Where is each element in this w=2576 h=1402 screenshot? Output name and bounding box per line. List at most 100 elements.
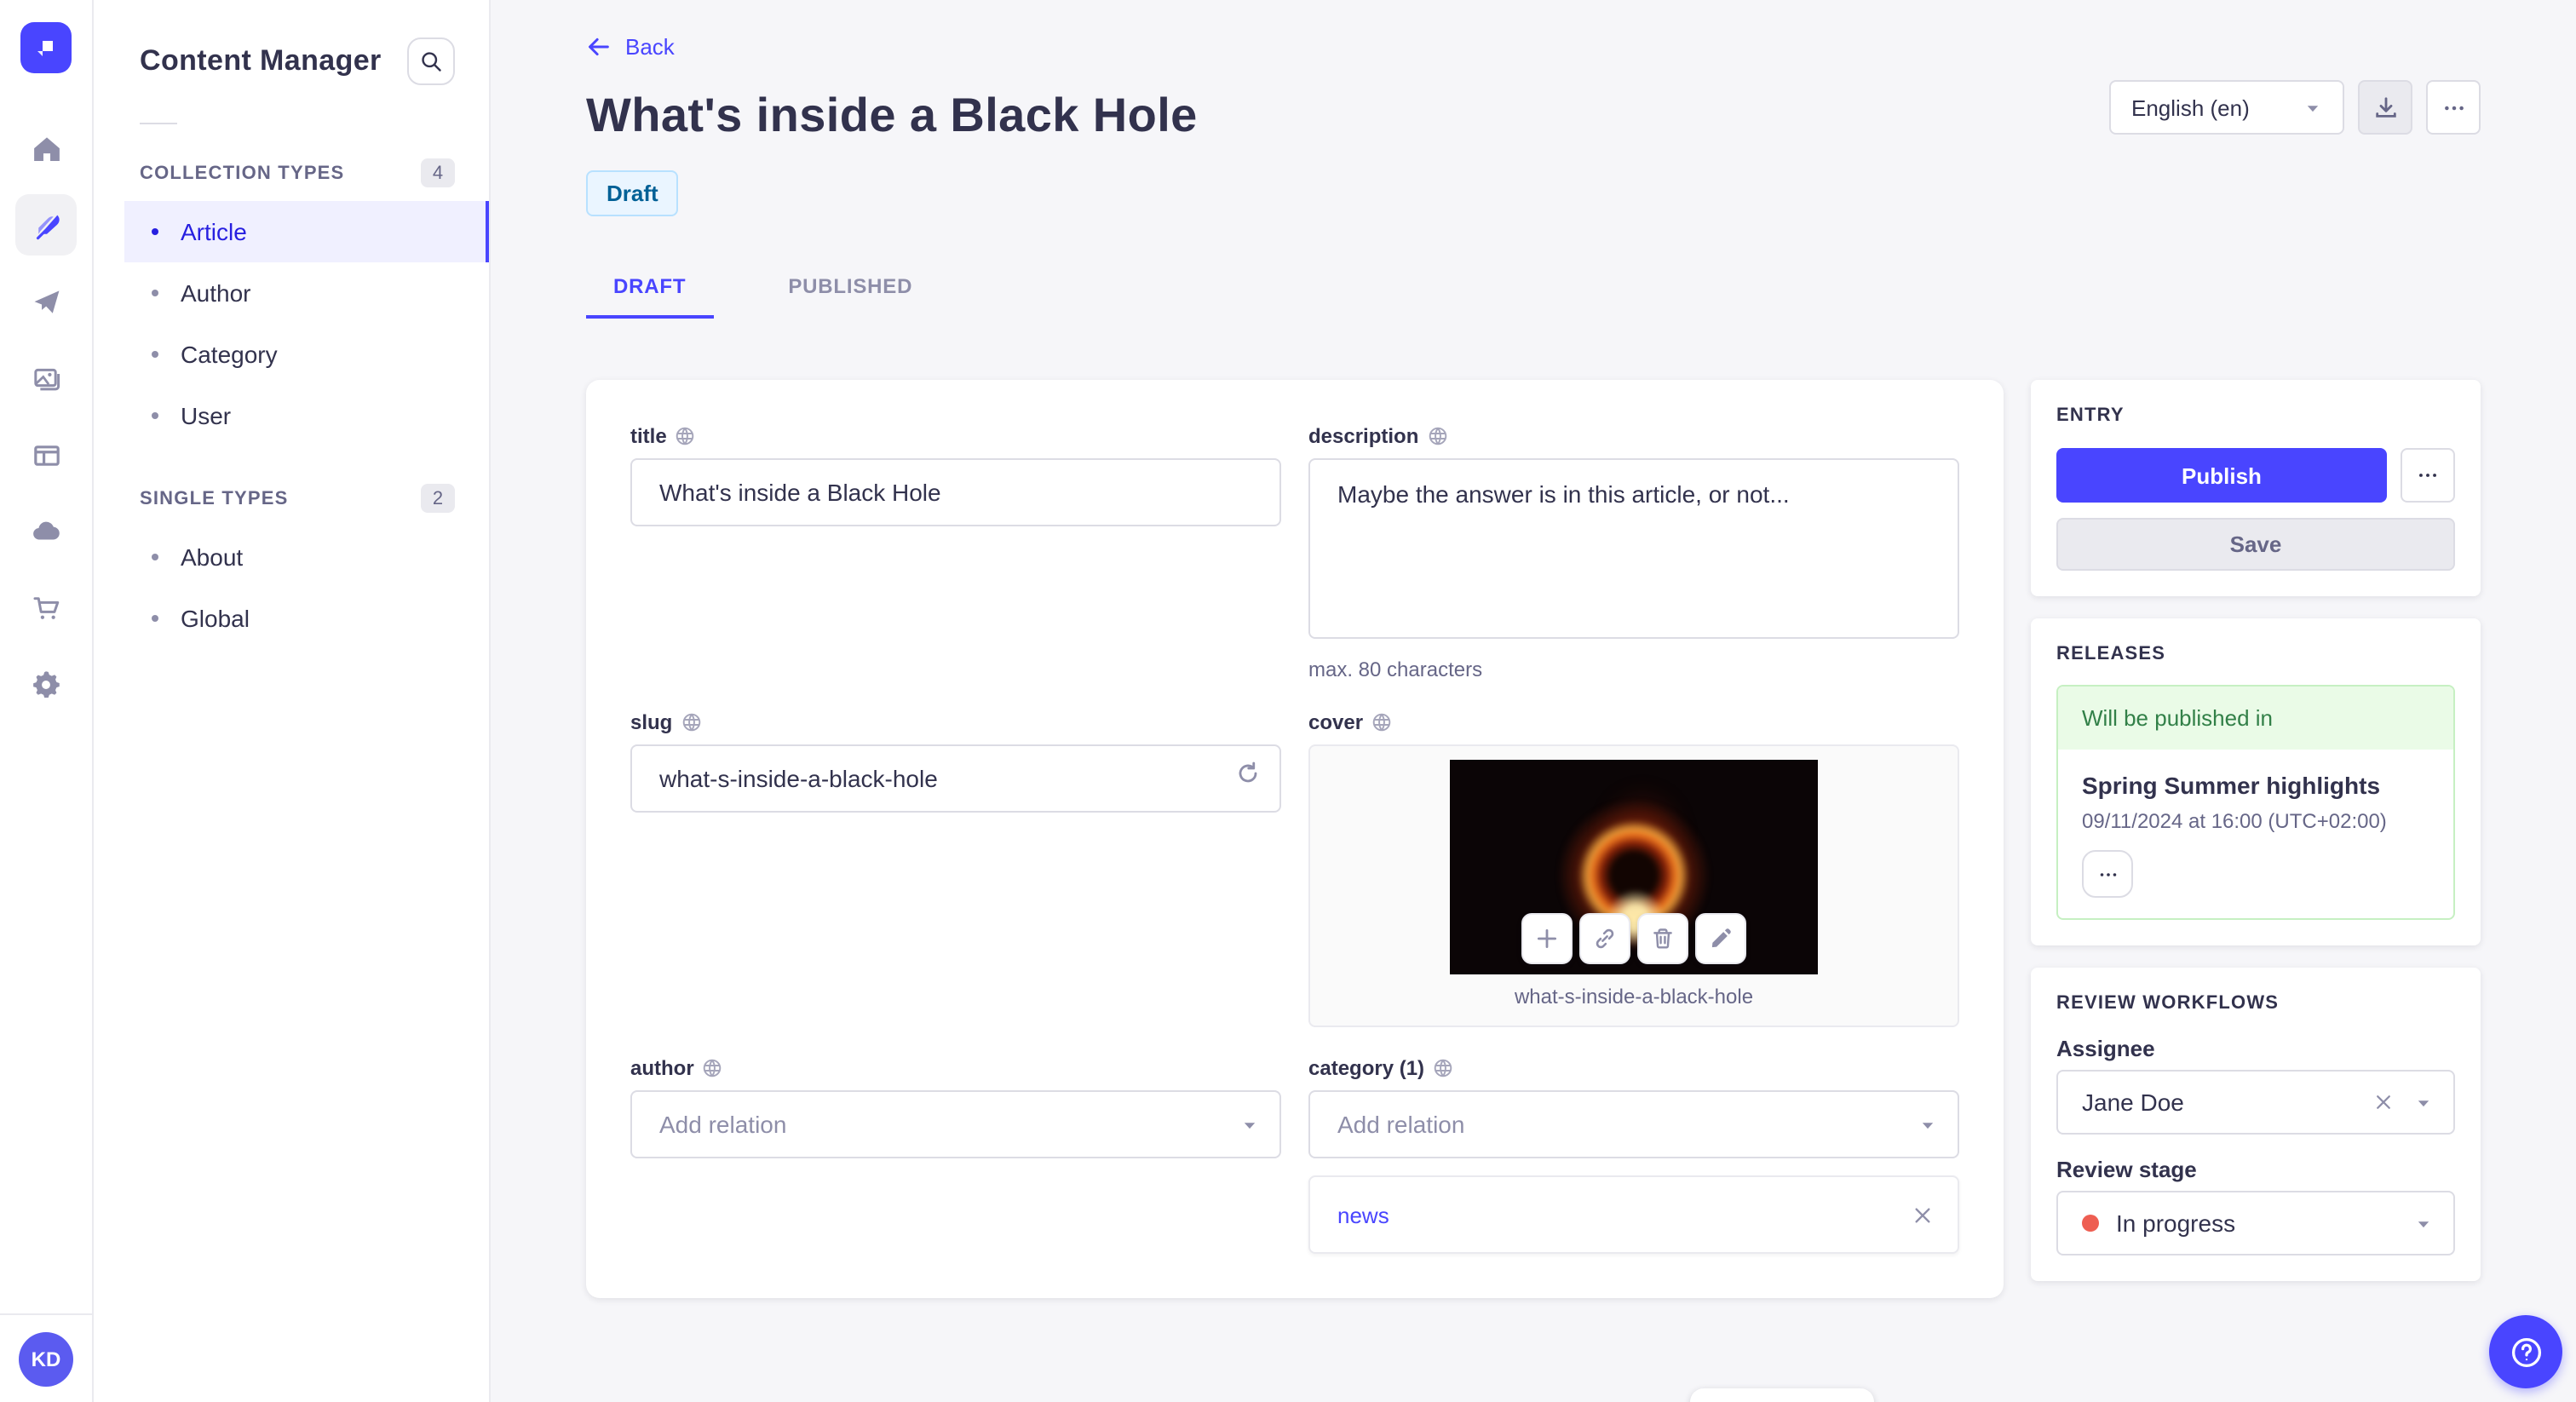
strapi-admin-app: KD Content Manager COLLECTION TYPES 4 Ar…	[0, 0, 2576, 1402]
publish-button[interactable]: Publish	[2056, 448, 2387, 503]
save-button[interactable]: Save	[2056, 518, 2455, 571]
bullet-icon	[152, 615, 158, 622]
collapsed-panel-peek[interactable]	[1690, 1388, 1874, 1402]
content-type-builder-icon[interactable]	[15, 424, 77, 486]
settings-gear-icon[interactable]	[15, 654, 77, 715]
category-relation-news: news	[1308, 1175, 1959, 1254]
slug-input[interactable]	[630, 744, 1281, 813]
rail-nav	[15, 118, 77, 715]
search-icon	[422, 52, 441, 72]
copy-link-icon[interactable]	[1579, 913, 1630, 964]
bullet-icon	[152, 228, 158, 235]
ellipsis-icon	[2419, 474, 2436, 477]
sidebar-item-user[interactable]: User	[124, 385, 489, 446]
release-date: 09/11/2024 at 16:00 (UTC+02:00)	[2082, 809, 2387, 833]
delete-media-icon[interactable]	[1637, 913, 1688, 964]
description-textarea[interactable]: Maybe the answer is in this article, or …	[1308, 458, 1959, 639]
edit-form-card: title description	[586, 380, 2004, 1298]
chevron-down-icon	[2414, 1093, 2433, 1112]
globe-i18n-icon	[1433, 1058, 1453, 1078]
header-actions: English (en)	[2109, 80, 2481, 135]
content-manager-icon[interactable]	[15, 194, 77, 256]
category-relation-select[interactable]: Add relation	[1308, 1090, 1959, 1158]
field-author-label: author	[630, 1056, 1281, 1080]
locale-select[interactable]: English (en)	[2109, 80, 2344, 135]
marketplace-cart-icon[interactable]	[15, 577, 77, 639]
field-category-label: category (1)	[1308, 1056, 1959, 1080]
bullet-icon	[152, 554, 158, 560]
chevron-down-icon	[2414, 1214, 2433, 1232]
clear-assignee-icon[interactable]	[2373, 1092, 2394, 1112]
author-relation-select[interactable]: Add relation	[630, 1090, 1281, 1158]
home-icon[interactable]	[15, 118, 77, 179]
entry-panel-title: ENTRY	[2056, 405, 2125, 426]
releases-send-icon[interactable]	[15, 271, 77, 332]
tab-draft[interactable]: DRAFT	[586, 261, 713, 319]
review-workflows-panel: REVIEW WORKFLOWS Assignee Jane Doe Revie…	[2031, 968, 2481, 1281]
back-link[interactable]: Back	[586, 34, 675, 60]
bullet-icon	[152, 412, 158, 419]
sidebar-item-global[interactable]: Global	[124, 588, 489, 649]
nav-rail: KD	[0, 0, 94, 1402]
chevron-down-icon	[1240, 1115, 1259, 1134]
deploy-cloud-icon[interactable]	[15, 501, 77, 562]
cover-filename: what-s-inside-a-black-hole	[1514, 985, 1754, 1008]
review-stage-label: Review stage	[2056, 1157, 2197, 1182]
field-title-label: title	[630, 424, 1281, 448]
globe-i18n-icon	[703, 1058, 723, 1078]
relation-link[interactable]: news	[1337, 1202, 1389, 1227]
ellipsis-icon	[2444, 105, 2463, 110]
field-category: category (1) Add relation news	[1308, 1056, 1959, 1254]
sidebar-item-category[interactable]: Category	[124, 324, 489, 385]
assignee-select[interactable]: Jane Doe	[2056, 1070, 2455, 1135]
rail-footer: KD	[0, 1313, 92, 1402]
content-manager-sidebar: Content Manager COLLECTION TYPES 4 Artic…	[94, 0, 491, 1402]
releases-panel-title: RELEASES	[2056, 644, 2166, 664]
back-arrow-icon	[589, 37, 609, 56]
assignee-label: Assignee	[2056, 1036, 2155, 1061]
entry-panel: ENTRY Publish Save	[2031, 380, 2481, 596]
cover-actions	[1521, 913, 1746, 964]
bullet-icon	[152, 351, 158, 358]
export-download-button[interactable]	[2358, 80, 2412, 135]
divider	[140, 123, 177, 124]
ellipsis-icon	[2099, 872, 2116, 876]
release-status: Will be published in	[2058, 687, 2453, 750]
release-more-button[interactable]	[2082, 850, 2133, 898]
title-input[interactable]	[630, 458, 1281, 526]
stage-status-dot	[2082, 1215, 2099, 1232]
release-card: Will be published in Spring Summer highl…	[2056, 685, 2455, 920]
field-title: title	[630, 424, 1281, 681]
field-description: description Maybe the answer is in this …	[1308, 424, 1959, 681]
globe-i18n-icon	[1371, 712, 1392, 733]
cover-media-box: what-s-inside-a-black-hole	[1308, 744, 1959, 1027]
globe-i18n-icon	[1427, 426, 1447, 446]
user-avatar[interactable]: KD	[19, 1331, 73, 1386]
strapi-logo[interactable]	[20, 22, 72, 73]
review-stage-select[interactable]: In progress	[2056, 1191, 2455, 1255]
media-library-icon[interactable]	[15, 348, 77, 409]
help-button[interactable]	[2489, 1315, 2562, 1388]
field-slug: slug	[630, 710, 1281, 1027]
edit-media-icon[interactable]	[1695, 913, 1746, 964]
globe-i18n-icon	[676, 426, 696, 446]
sidebar-item-about[interactable]: About	[124, 526, 489, 588]
sidebar-item-article[interactable]: Article	[124, 201, 489, 262]
field-cover-label: cover	[1308, 710, 1959, 734]
remove-relation-icon[interactable]	[1912, 1204, 1934, 1226]
regenerate-slug-icon[interactable]	[1235, 761, 1261, 786]
sidebar-item-author[interactable]: Author	[124, 262, 489, 324]
sidebar-title: Content Manager	[140, 44, 382, 77]
search-button[interactable]	[407, 37, 455, 85]
download-icon	[2375, 96, 2395, 117]
header-more-button[interactable]	[2426, 80, 2481, 135]
field-slug-label: slug	[630, 710, 1281, 734]
section-count-badge: 4	[421, 158, 455, 187]
section-count-badge: 2	[421, 484, 455, 513]
add-media-icon[interactable]	[1521, 913, 1573, 964]
field-author: author Add relation	[630, 1056, 1281, 1254]
entry-more-button[interactable]	[2401, 448, 2455, 503]
release-name: Spring Summer highlights	[2082, 772, 2381, 799]
tab-published[interactable]: PUBLISHED	[761, 261, 940, 319]
globe-i18n-icon	[681, 712, 701, 733]
